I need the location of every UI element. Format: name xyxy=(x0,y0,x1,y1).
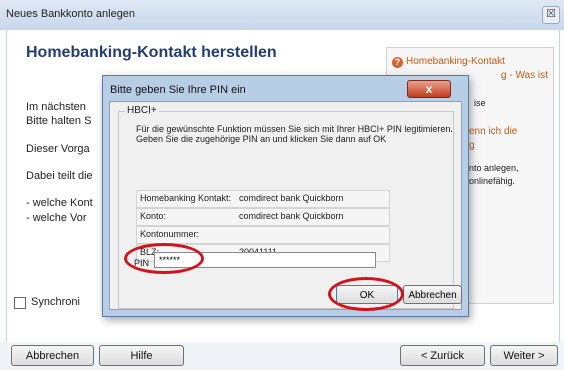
body-line: Bitte halten S xyxy=(26,115,92,127)
hbci-group: HBCI+ Für die gewünschte Funktion müssen… xyxy=(118,105,454,309)
ok-highlight-ellipse xyxy=(328,277,404,311)
info-row: Konto: comdirect bank Quickborn xyxy=(136,208,390,226)
help-text: onlinefähig. xyxy=(469,176,516,186)
page-title: Homebanking-Kontakt herstellen xyxy=(26,44,277,61)
info-label: Kontonummer: xyxy=(140,229,200,239)
info-value: comdirect bank Quickborn xyxy=(239,193,344,203)
info-row: Kontonummer: xyxy=(136,226,390,244)
close-icon[interactable]: ☒ xyxy=(542,6,560,24)
cancel-button[interactable]: Abbrechen xyxy=(11,345,94,366)
dialog-close-button[interactable]: x xyxy=(407,80,451,98)
pin-highlight-ellipse xyxy=(124,243,204,274)
title-bar: Neues Bankkonto anlegen ☒ xyxy=(0,0,564,30)
help-icon: ? xyxy=(392,57,403,68)
pin-dialog: Bitte geben Sie Ihre PIN ein x HBCI+ Für… xyxy=(102,75,469,317)
back-button[interactable]: < Zurück xyxy=(400,345,485,366)
window-title: Neues Bankkonto anlegen xyxy=(6,8,136,20)
sync-checkbox-label: Synchroni xyxy=(31,296,80,308)
sync-checkbox[interactable] xyxy=(14,297,26,309)
info-value: comdirect bank Quickborn xyxy=(239,211,344,221)
body-line: - welche Vor xyxy=(26,212,87,224)
instruction-line: Für die gewünschte Funktion müssen Sie s… xyxy=(136,124,453,134)
body-line: Im nächsten xyxy=(26,101,86,113)
help-title-line1[interactable]: Homebanking-Kontakt xyxy=(406,56,505,67)
dialog-body: HBCI+ Für die gewünschte Funktion müssen… xyxy=(109,101,462,310)
help-link[interactable]: enn ich die xyxy=(469,126,517,137)
instruction-line: Geben Sie die zugehörige PIN an und klic… xyxy=(136,134,387,144)
next-button[interactable]: Weiter > xyxy=(490,345,558,366)
info-label: Homebanking Kontakt: xyxy=(140,193,232,203)
info-row: Homebanking Kontakt: comdirect bank Quic… xyxy=(136,190,390,208)
info-label: Konto: xyxy=(140,211,167,221)
help-text: ise xyxy=(474,98,486,108)
group-label: HBCI+ xyxy=(125,105,159,116)
body-line: Dieser Vorga xyxy=(26,143,90,155)
help-button[interactable]: Hilfe xyxy=(99,345,184,366)
body-line: - welche Kont xyxy=(26,197,93,209)
button-bar: Abbrechen Hilfe < Zurück Weiter > xyxy=(0,342,564,370)
help-text: nto anlegen, xyxy=(469,163,519,173)
body-line: Dabei teilt die xyxy=(26,170,93,182)
help-link[interactable]: g xyxy=(469,140,475,151)
dialog-title: Bitte geben Sie Ihre PIN ein xyxy=(110,84,246,96)
dialog-cancel-button[interactable]: Abbrechen xyxy=(403,285,462,304)
help-title-line2[interactable]: g - Was ist xyxy=(501,70,548,81)
